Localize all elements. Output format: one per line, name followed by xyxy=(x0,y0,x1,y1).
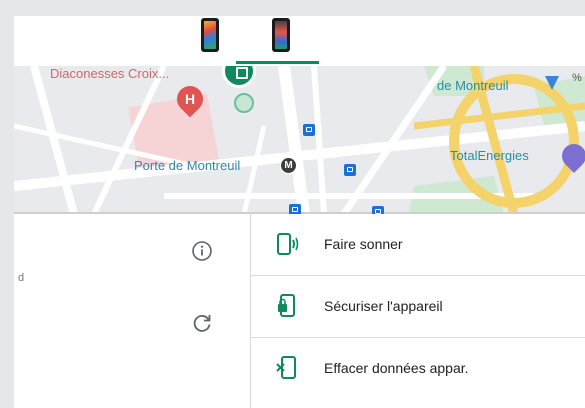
device-info-partial-text: d xyxy=(18,272,25,284)
find-my-device-window: Diaconesses Croix... H Porte de Montreui… xyxy=(14,16,585,408)
bus-stop-icon[interactable] xyxy=(303,124,315,136)
map-label-diaconesses: Diaconesses Croix... xyxy=(50,66,170,81)
bus-stop-icon[interactable] xyxy=(289,204,301,214)
device-thumbnail-1[interactable] xyxy=(201,18,219,52)
device-selector-bar xyxy=(14,16,585,66)
secure-device-icon xyxy=(273,292,301,320)
erase-device-label: Effacer données appar. xyxy=(324,360,469,376)
device-actions-panel: Faire sonner Sécuriser l'appareil Efface… xyxy=(251,214,585,408)
navigation-pin-icon xyxy=(545,76,559,90)
play-sound-label: Faire sonner xyxy=(324,236,403,252)
erase-device-icon xyxy=(273,354,301,382)
play-sound-action[interactable]: Faire sonner xyxy=(251,214,585,276)
metro-station-icon[interactable]: M xyxy=(280,157,297,174)
bus-stop-icon[interactable] xyxy=(372,206,384,214)
ring-device-icon xyxy=(273,230,301,258)
erase-device-action[interactable]: Effacer données appar. xyxy=(251,338,585,400)
info-icon[interactable] xyxy=(189,238,215,264)
map-view[interactable]: Diaconesses Croix... H Porte de Montreui… xyxy=(14,66,585,214)
hospital-pin-icon[interactable]: H xyxy=(171,80,209,118)
device-info-panel: d xyxy=(14,214,250,408)
map-label-de-montreuil: de Montreuil xyxy=(437,78,509,93)
device-thumbnail-2[interactable] xyxy=(272,18,290,52)
refresh-icon[interactable] xyxy=(189,310,215,336)
map-label-partial: % xyxy=(572,72,582,84)
secure-device-label: Sécuriser l'appareil xyxy=(324,298,443,314)
location-accuracy-dot xyxy=(234,93,254,113)
secure-device-action[interactable]: Sécuriser l'appareil xyxy=(251,276,585,338)
map-label-porte-de-montreuil: Porte de Montreuil xyxy=(134,158,241,173)
map-label-totalenergies: TotalEnergies xyxy=(450,148,529,163)
bus-stop-icon[interactable] xyxy=(344,164,356,176)
selected-device-indicator xyxy=(236,61,319,64)
